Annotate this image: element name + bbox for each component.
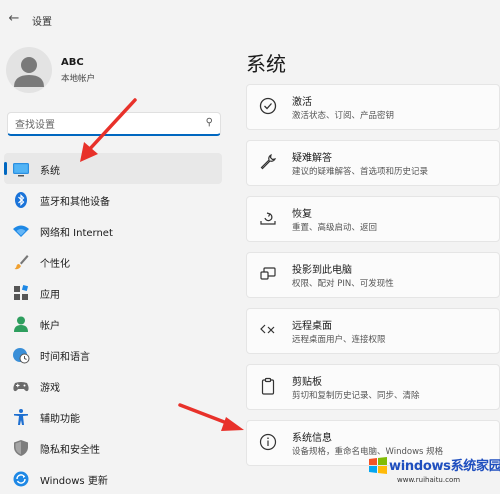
recovery-icon xyxy=(260,212,276,225)
bluetooth-icon xyxy=(15,192,27,208)
user-profile[interactable]: ABC 本地帐户 xyxy=(6,47,226,97)
watermark-brand: windows系统家园 xyxy=(389,459,500,474)
globe-clock-icon xyxy=(13,348,30,364)
brush-icon xyxy=(14,255,29,270)
sidebar-item-label: 游戏 xyxy=(40,383,60,394)
windows-logo-icon xyxy=(369,457,387,474)
card-recovery[interactable]: 恢复 重置、高级启动、返回 xyxy=(246,196,500,242)
sidebar-item-windows-update[interactable]: Windows 更新 xyxy=(4,463,222,494)
settings-card-list: 激活 激活状态、订阅、产品密钥 疑难解答 建议的疑难解答、首选项和历史记录 恢复… xyxy=(246,84,500,476)
sidebar-item-label: 隐私和安全性 xyxy=(40,445,100,456)
sidebar-item-label: 蓝牙和其他设备 xyxy=(40,197,110,208)
card-description: 远程桌面用户、连接权限 xyxy=(292,335,386,345)
wrench-icon xyxy=(260,153,277,170)
card-description: 重置、高级启动、返回 xyxy=(292,223,378,233)
info-icon xyxy=(259,433,277,451)
sidebar-item-accessibility[interactable]: 辅助功能 xyxy=(4,401,222,432)
remote-desktop-icon xyxy=(260,324,275,334)
person-icon xyxy=(14,316,28,332)
card-clipboard[interactable]: 剪贴板 剪切和复制历史记录、同步、清除 xyxy=(246,364,500,410)
back-button[interactable]: ← xyxy=(4,8,24,30)
profile-name: ABC xyxy=(61,57,84,68)
search-input[interactable] xyxy=(13,115,197,135)
card-description: 建议的疑难解答、首选项和历史记录 xyxy=(292,167,429,177)
sidebar-item-network[interactable]: 网络和 Internet xyxy=(4,215,222,246)
search-box[interactable]: ⚲ xyxy=(7,112,221,136)
accessibility-icon xyxy=(14,409,28,425)
check-circle-icon xyxy=(259,97,277,115)
sidebar-item-privacy[interactable]: 隐私和安全性 xyxy=(4,432,222,463)
sidebar-nav: 系统 蓝牙和其他设备 网络和 Internet 个性化 应用 帐户 时间和语言 … xyxy=(0,153,230,494)
card-title: 疑难解答 xyxy=(292,153,332,164)
avatar xyxy=(6,47,52,93)
wifi-icon xyxy=(13,225,29,237)
watermark-url: www.ruihaitu.com xyxy=(397,476,461,484)
monitor-icon xyxy=(13,163,29,177)
card-activation[interactable]: 激活 激活状态、订阅、产品密钥 xyxy=(246,84,500,130)
sidebar-item-bluetooth[interactable]: 蓝牙和其他设备 xyxy=(4,184,222,215)
card-title: 剪贴板 xyxy=(292,377,322,388)
project-icon xyxy=(260,267,276,280)
sidebar-item-label: 应用 xyxy=(40,290,60,301)
card-description: 激活状态、订阅、产品密钥 xyxy=(292,111,395,121)
clipboard-icon xyxy=(261,377,275,395)
card-title: 激活 xyxy=(292,97,312,108)
title-bar: ← 设置 xyxy=(0,0,500,40)
sidebar-item-label: Windows 更新 xyxy=(40,476,108,487)
gamepad-icon xyxy=(13,382,29,392)
site-watermark: windows系统家园 www.ruihaitu.com xyxy=(367,455,500,489)
person-silhouette-icon xyxy=(14,57,44,87)
sidebar-item-label: 辅助功能 xyxy=(40,414,80,425)
card-title: 恢复 xyxy=(292,209,312,220)
card-description: 剪切和复制历史记录、同步、清除 xyxy=(292,391,420,401)
sidebar-item-label: 网络和 Internet xyxy=(40,228,113,239)
app-title: 设置 xyxy=(32,17,52,28)
profile-account-type: 本地帐户 xyxy=(61,74,96,84)
search-icon[interactable]: ⚲ xyxy=(206,117,213,128)
card-title: 远程桌面 xyxy=(292,321,332,332)
card-troubleshoot[interactable]: 疑难解答 建议的疑难解答、首选项和历史记录 xyxy=(246,140,500,186)
apps-icon xyxy=(14,284,29,300)
page-title: 系统 xyxy=(246,52,286,76)
card-description: 权限、配对 PIN、可发现性 xyxy=(292,279,394,289)
sidebar-item-personalization[interactable]: 个性化 xyxy=(4,246,222,277)
card-title: 投影到此电脑 xyxy=(292,265,352,276)
sidebar-item-gaming[interactable]: 游戏 xyxy=(4,370,222,401)
sidebar-item-label: 时间和语言 xyxy=(40,352,90,363)
sidebar-item-system[interactable]: 系统 xyxy=(4,153,222,184)
sidebar-item-apps[interactable]: 应用 xyxy=(4,277,222,308)
sidebar-item-time-language[interactable]: 时间和语言 xyxy=(4,339,222,370)
sidebar-item-accounts[interactable]: 帐户 xyxy=(4,308,222,339)
card-title: 系统信息 xyxy=(292,433,332,444)
update-icon xyxy=(13,471,29,487)
shield-icon xyxy=(14,440,28,456)
sidebar-item-label: 系统 xyxy=(40,166,60,177)
card-project-to-pc[interactable]: 投影到此电脑 权限、配对 PIN、可发现性 xyxy=(246,252,500,298)
sidebar-item-label: 帐户 xyxy=(40,321,60,332)
card-remote-desktop[interactable]: 远程桌面 远程桌面用户、连接权限 xyxy=(246,308,500,354)
sidebar-item-label: 个性化 xyxy=(40,259,70,270)
